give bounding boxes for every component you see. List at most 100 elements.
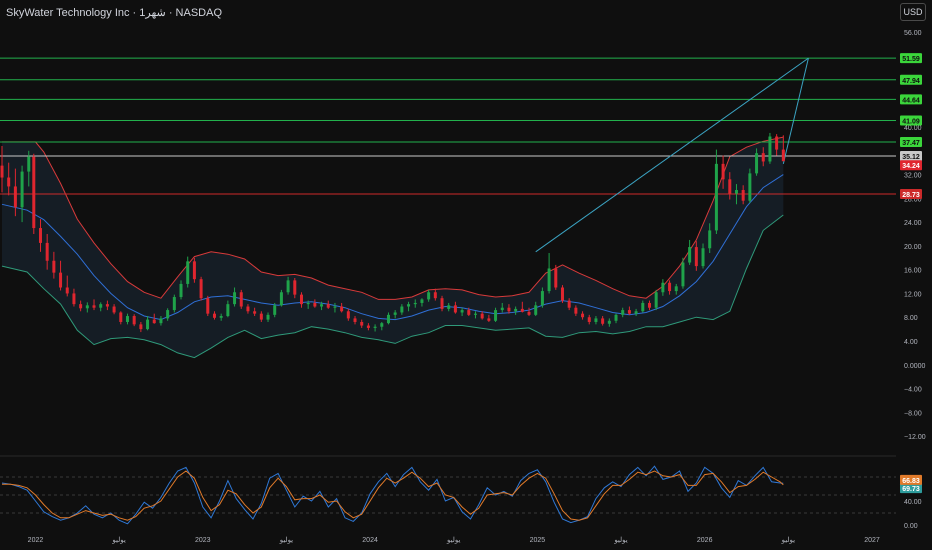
price-tag: 37.47	[900, 137, 922, 148]
candle-body	[560, 287, 564, 301]
candle-body	[661, 282, 665, 293]
candle-body	[179, 283, 183, 298]
candle-body	[681, 262, 685, 287]
candle-body	[99, 304, 103, 308]
candle-body	[574, 307, 578, 314]
candle-body	[246, 306, 250, 312]
candle-body	[366, 325, 370, 328]
candle-body	[775, 136, 779, 150]
candle-body	[427, 292, 431, 300]
candle-body	[654, 292, 658, 308]
candle-body	[85, 305, 89, 309]
x-tick-label: يوليو	[111, 536, 125, 544]
candle-body	[473, 313, 477, 315]
candle-body	[708, 230, 712, 249]
y-tick-label: 16.00	[904, 268, 922, 275]
candle-body	[299, 294, 303, 305]
price-tag-label: 37.47	[902, 140, 920, 147]
candle-body	[125, 316, 129, 322]
candle-body	[192, 261, 196, 280]
candle-body	[694, 247, 698, 267]
candle-body	[440, 298, 444, 309]
candle-body	[199, 279, 203, 299]
x-tick-label: يوليو	[446, 536, 460, 544]
candle-body	[59, 272, 63, 288]
x-tick-label: يوليو	[613, 536, 627, 544]
y-tick-label: −4.00	[904, 387, 922, 394]
candle-body	[266, 314, 270, 320]
candle-body	[447, 305, 451, 309]
candle-body	[253, 311, 257, 314]
currency-button[interactable]: USD	[900, 3, 926, 21]
price-tag: 41.09	[900, 115, 922, 126]
candle-body	[587, 317, 591, 322]
candle-body	[413, 302, 417, 305]
price-tag: 47.94	[900, 74, 922, 85]
candle-body	[386, 314, 390, 324]
price-tag: 34.24	[900, 160, 922, 171]
candle-body	[534, 305, 538, 315]
candle-body	[206, 298, 210, 314]
candle-body	[65, 287, 69, 294]
candle-body	[601, 318, 605, 324]
x-tick-label: يوليو	[279, 536, 293, 544]
price-tag-label: 51.59	[902, 56, 920, 63]
candle-body	[621, 310, 625, 315]
candle-body	[279, 292, 283, 306]
candle-body	[32, 156, 36, 229]
candle-body	[500, 307, 504, 311]
candle-body	[407, 304, 411, 307]
candle-body	[393, 312, 397, 315]
candle-body	[226, 304, 230, 317]
price-tag-label: 35.12	[902, 154, 920, 161]
candle-body	[547, 268, 551, 292]
candle-body	[781, 149, 785, 162]
trendline[interactable]	[782, 57, 809, 164]
price-tag-label: 69.73	[902, 486, 920, 493]
candle-body	[159, 318, 163, 324]
candle-body	[219, 316, 223, 318]
candle-body	[72, 293, 76, 305]
candle-body	[79, 304, 83, 309]
candle-body	[112, 306, 116, 313]
candle-body	[340, 306, 344, 312]
candle-body	[594, 318, 598, 322]
price-tag: 28.73	[900, 188, 922, 199]
y-tick-label: 40.00	[904, 499, 922, 506]
candle-body	[52, 260, 56, 273]
chart-canvas[interactable]: 56.0040.0032.0028.0024.0020.0016.0012.00…	[0, 0, 932, 550]
candle-body	[460, 310, 464, 313]
candle-body	[313, 302, 317, 307]
price-tag-label: 34.24	[902, 163, 920, 170]
candle-body	[326, 304, 330, 308]
candle-body	[721, 163, 725, 180]
x-tick-label: 2026	[697, 537, 713, 544]
candle-body	[567, 300, 571, 308]
candle-body	[7, 177, 11, 187]
candle-body	[761, 153, 765, 162]
candle-body	[668, 282, 672, 292]
candle-body	[433, 292, 437, 299]
x-tick-label: 2024	[362, 537, 378, 544]
candle-body	[634, 311, 638, 314]
candle-body	[380, 323, 384, 327]
y-tick-label: 0.0000	[904, 363, 926, 370]
candle-body	[105, 304, 109, 307]
candle-body	[581, 313, 585, 318]
candle-body	[212, 313, 216, 318]
y-tick-label: 56.00	[904, 30, 922, 37]
candle-body	[13, 186, 17, 208]
candle-body	[373, 326, 377, 328]
y-tick-label: −8.00	[904, 410, 922, 417]
price-tag: 51.59	[900, 53, 922, 64]
y-tick-label: 8.00	[904, 315, 918, 322]
candle-body	[607, 320, 611, 324]
candle-body	[400, 306, 404, 313]
candle-body	[487, 318, 491, 321]
candle-body	[701, 248, 705, 267]
price-tag: 66.83	[900, 474, 922, 485]
candle-body	[92, 305, 96, 308]
candle-body	[20, 171, 24, 208]
y-tick-label: 40.00	[904, 125, 922, 132]
candle-body	[360, 321, 364, 326]
